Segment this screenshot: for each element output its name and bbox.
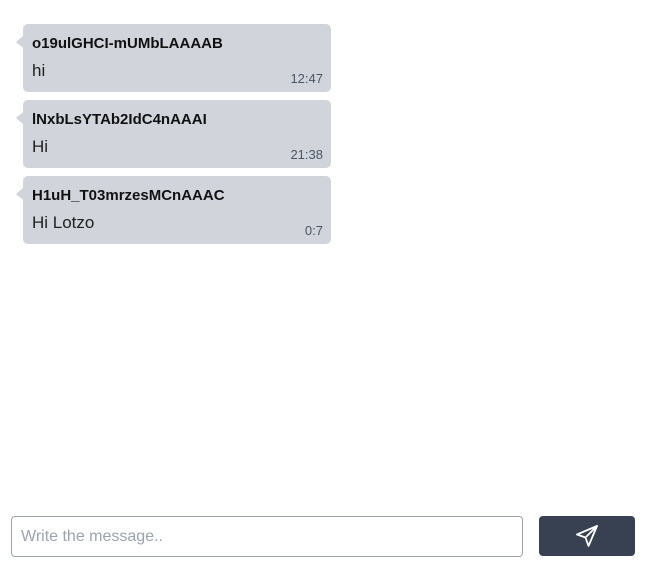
send-icon <box>575 524 599 548</box>
message-list: o19ulGHCI-mUMbLAAAAB hi 12:47 lNxbLsYTAb… <box>0 0 645 500</box>
send-button[interactable] <box>539 516 635 556</box>
message-sender: o19ulGHCI-mUMbLAAAAB <box>32 35 223 52</box>
message-text: Hi <box>32 137 49 156</box>
message-bubble: lNxbLsYTAb2IdC4nAAAI Hi 21:38 <box>16 100 331 168</box>
message-text: Hi Lotzo <box>32 213 95 232</box>
message-input[interactable] <box>11 516 523 557</box>
chat-window: o19ulGHCI-mUMbLAAAAB hi 12:47 lNxbLsYTAb… <box>0 0 645 567</box>
message-text: hi <box>32 61 46 80</box>
message-time: 12:47 <box>290 71 323 86</box>
message-bubble: o19ulGHCI-mUMbLAAAAB hi 12:47 <box>16 24 331 92</box>
message-time: 0:7 <box>304 223 323 238</box>
message-bubble: H1uH_T03mrzesMCnAAAC Hi Lotzo 0:7 <box>16 176 331 244</box>
message-time: 21:38 <box>290 147 323 162</box>
message-sender: H1uH_T03mrzesMCnAAAC <box>32 187 225 204</box>
message-sender: lNxbLsYTAb2IdC4nAAAI <box>32 111 207 128</box>
